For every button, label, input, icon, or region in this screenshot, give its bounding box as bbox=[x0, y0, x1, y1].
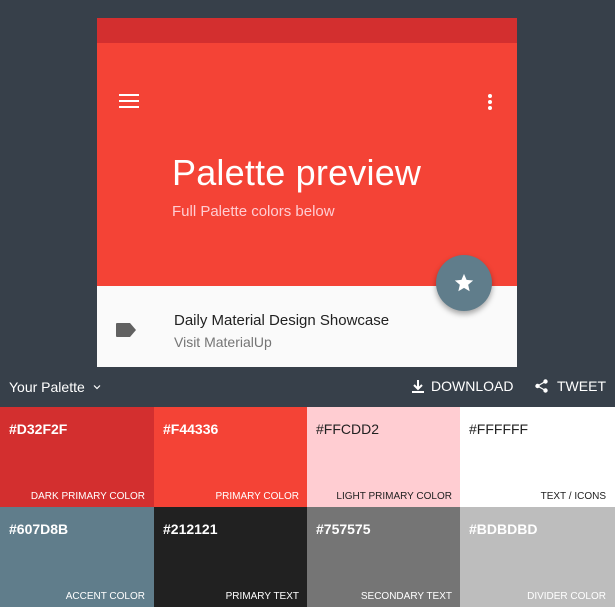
swatch-secondary-text[interactable]: #757575 SECONDARY TEXT bbox=[307, 507, 461, 607]
preview-title: Palette preview bbox=[172, 152, 422, 193]
star-icon bbox=[454, 273, 474, 292]
swatch-primary-text[interactable]: #212121 PRIMARY TEXT bbox=[154, 507, 308, 607]
swatch-hex: #607D8B bbox=[9, 521, 69, 537]
your-palette-dropdown[interactable]: Your Palette bbox=[9, 379, 101, 395]
swatch-primary[interactable]: #F44336 PRIMARY COLOR bbox=[154, 407, 308, 507]
your-palette-label: Your Palette bbox=[9, 379, 85, 395]
swatch-hex: #757575 bbox=[316, 521, 371, 537]
swatch-dark-primary[interactable]: #D32F2F DARK PRIMARY COLOR bbox=[0, 407, 154, 507]
swatch-light-primary[interactable]: #FFCDD2 LIGHT PRIMARY COLOR bbox=[307, 407, 461, 507]
swatch-role: DIVIDER COLOR bbox=[527, 591, 606, 602]
swatch-hex: #FFFFFF bbox=[469, 421, 529, 437]
palette-preview-card: Palette preview Full Palette colors belo… bbox=[97, 18, 517, 367]
swatch-divider[interactable]: #BDBDBD DIVIDER COLOR bbox=[460, 507, 615, 607]
swatch-hex: #D32F2F bbox=[9, 421, 68, 437]
status-bar bbox=[97, 18, 517, 43]
swatch-hex: #212121 bbox=[163, 521, 218, 537]
more-vert-icon[interactable] bbox=[487, 94, 493, 112]
share-icon bbox=[535, 379, 548, 393]
swatch-accent[interactable]: #607D8B ACCENT COLOR bbox=[0, 507, 154, 607]
download-button[interactable]: DOWNLOAD bbox=[412, 378, 513, 394]
swatch-role: TEXT / ICONS bbox=[540, 491, 606, 502]
swatch-role: PRIMARY COLOR bbox=[215, 491, 299, 502]
swatch-role: ACCENT COLOR bbox=[65, 591, 145, 602]
swatch-hex: #BDBDBD bbox=[469, 521, 538, 537]
palette-swatch-grid: #D32F2F DARK PRIMARY COLOR #F44336 PRIMA… bbox=[0, 407, 615, 607]
preview-subtitle: Full Palette colors below bbox=[172, 203, 335, 220]
tweet-button[interactable]: TWEET bbox=[535, 378, 606, 394]
list-item-secondary-text[interactable]: Visit MaterialUp bbox=[174, 334, 272, 350]
swatch-hex: #F44336 bbox=[163, 421, 219, 437]
swatch-role: DARK PRIMARY COLOR bbox=[30, 491, 145, 502]
swatch-hex: #FFCDD2 bbox=[316, 421, 380, 437]
menu-icon[interactable] bbox=[119, 94, 139, 110]
list-item-primary-text[interactable]: Daily Material Design Showcase bbox=[174, 312, 389, 329]
swatch-text-icons[interactable]: #FFFFFF TEXT / ICONS bbox=[460, 407, 615, 507]
tweet-label: TWEET bbox=[557, 378, 606, 394]
swatch-role: PRIMARY TEXT bbox=[225, 591, 299, 602]
chevron-down-icon bbox=[93, 385, 101, 390]
label-tag-icon bbox=[116, 323, 136, 337]
download-icon bbox=[412, 379, 424, 393]
download-label: DOWNLOAD bbox=[431, 378, 514, 394]
swatch-role: SECONDARY TEXT bbox=[360, 591, 452, 602]
palette-toolbar: Your Palette DOWNLOAD TWEET bbox=[0, 367, 615, 407]
star-fab-button[interactable] bbox=[436, 255, 492, 311]
app-bar: Palette preview Full Palette colors belo… bbox=[97, 43, 517, 286]
swatch-role: LIGHT PRIMARY COLOR bbox=[336, 491, 452, 502]
